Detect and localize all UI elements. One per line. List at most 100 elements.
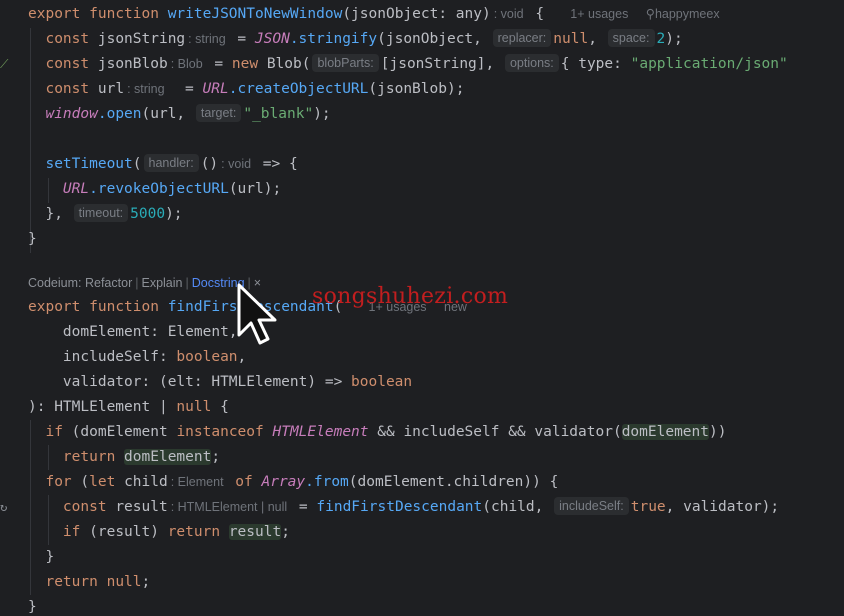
code-line[interactable]: if (domElement instanceof HTMLElement &&… [0,420,844,445]
type-hint: : HTMLElement | null [170,500,288,514]
return-type: ): HTMLElement | [28,399,168,415]
docstring-link[interactable]: Docstring [192,276,245,290]
refactor-link[interactable]: Refactor [85,276,132,290]
keyword: function [89,299,159,315]
keyword: of [235,474,253,490]
type-hint: : string [127,82,165,96]
code-editor[interactable]: export function writeJSONToNewWindow(jso… [0,0,844,616]
code-line[interactable]: return null; [0,570,844,595]
class-name: Blob( [266,56,311,72]
semicolon: ; [281,524,290,540]
code-line[interactable]: ⟋ const jsonBlob: Blob = new Blob(blobPa… [0,52,844,77]
colon: : [141,374,151,390]
keyword: const [62,499,107,515]
usages-link[interactable]: 1+ usages [570,7,628,21]
method-call: .from [305,474,349,490]
keyword: return [167,524,221,540]
code-line[interactable]: export function findFirstDescendant( 1+ … [0,295,844,320]
new-label: new [444,300,467,314]
code-line[interactable]: validator: (elt: HTMLElement) => boolean [0,370,844,395]
number-literal: 5000 [130,206,166,222]
keyword: const [45,56,90,72]
operator: = [298,499,308,515]
function-name[interactable]: findFirstDescendant [168,299,334,315]
code-line[interactable]: URL.revokeObjectURL(url); [0,177,844,202]
brace: { [535,6,545,22]
code-line[interactable]: for (let child: Element of Array.from(do… [0,470,844,495]
refresh-icon[interactable]: ↻ [0,495,10,520]
code-line[interactable]: domElement: Element, [0,320,844,345]
variable: url [97,81,125,97]
args: (child, [482,499,544,515]
class-name: HTMLElement [272,424,369,440]
param-type: boolean [176,349,238,365]
paren: ( [132,156,142,172]
method-call: .revokeObjectURL [89,181,229,197]
function-name[interactable]: writeJSONToNewWindow [168,6,343,22]
close-icon[interactable]: × [254,276,261,290]
colon: : [158,349,168,365]
param-hint: target: [195,104,242,122]
paren: ( [333,299,343,315]
code-line[interactable]: } [0,595,844,616]
string-literal: "application/json" [630,56,788,72]
code-line[interactable]: if (result) return result; [0,520,844,545]
return-type-hint: : void [493,7,524,21]
param-hint: blobParts: [312,54,379,72]
code-line[interactable]: const url: string = URL.createObjectURL(… [0,77,844,102]
colon: : [150,324,159,340]
boolean-literal: true [630,499,666,515]
variable: jsonBlob [97,56,168,72]
keyword: function [89,6,159,22]
global-object: URL [202,81,229,97]
keyword: instanceof [176,424,264,440]
brace: }, [45,206,63,222]
param-hint: space: [607,29,655,47]
code-line[interactable]: ): HTMLElement | null { [0,395,844,420]
code-line[interactable]: }, timeout: 5000); [0,202,844,227]
keyword: const [45,81,90,97]
close: ); [313,106,331,122]
string-literal: "_blank" [243,106,314,122]
arrow-params: () [200,156,219,172]
condition: (result) [89,524,159,540]
keyword: new [231,56,259,72]
brace: { [220,399,229,415]
code-line[interactable]: return domElement; [0,445,844,470]
code-line[interactable]: } [0,545,844,570]
type-hint: : Blob [170,57,203,71]
code-line[interactable]: ↻ const result: HTMLElement | null = fin… [0,495,844,520]
null-literal: null [553,31,589,47]
return-type-hint: : void [221,157,252,171]
highlighted-value: result [228,524,282,540]
author-name: happymeex [654,7,720,21]
code-line[interactable]: includeSelf: boolean, [0,345,844,370]
code-line[interactable]: window.open(url, target: "_blank"); [0,102,844,127]
highlighted-arg: domElement [621,424,709,440]
signature: (elt: HTMLElement) => [158,374,343,390]
keyword: return [45,574,98,590]
code-line[interactable]: export function writeJSONToNewWindow(jso… [0,2,844,27]
code-line[interactable]: } [0,227,844,252]
codelens-bar: Codeium: Refactor | Explain | Docstring | × [28,276,262,290]
close: ); [665,31,683,47]
keyword: if [45,424,63,440]
gutter-change-icon[interactable]: ⟋ [0,52,10,77]
param-hint: timeout: [73,204,129,222]
global-object: JSON [254,31,290,47]
keyword: return [62,449,116,465]
code-line[interactable]: const jsonString: string = JSON.stringif… [0,27,844,52]
brace: } [28,231,37,247]
expr: (domElement [71,424,168,440]
param-hint: handler: [143,154,199,172]
args: [jsonString], [380,56,495,72]
semicolon: ; [141,574,151,590]
param-hint: includeSelf: [554,497,629,515]
explain-link[interactable]: Explain [141,276,182,290]
keyword: const [45,31,90,47]
highlighted-value: domElement [124,449,212,465]
function-call: findFirstDescendant [316,499,483,515]
code-line[interactable]: setTimeout(handler:(): void => { [0,152,844,177]
type-hint: : string [188,32,226,46]
usages-link[interactable]: 1+ usages [369,300,427,314]
